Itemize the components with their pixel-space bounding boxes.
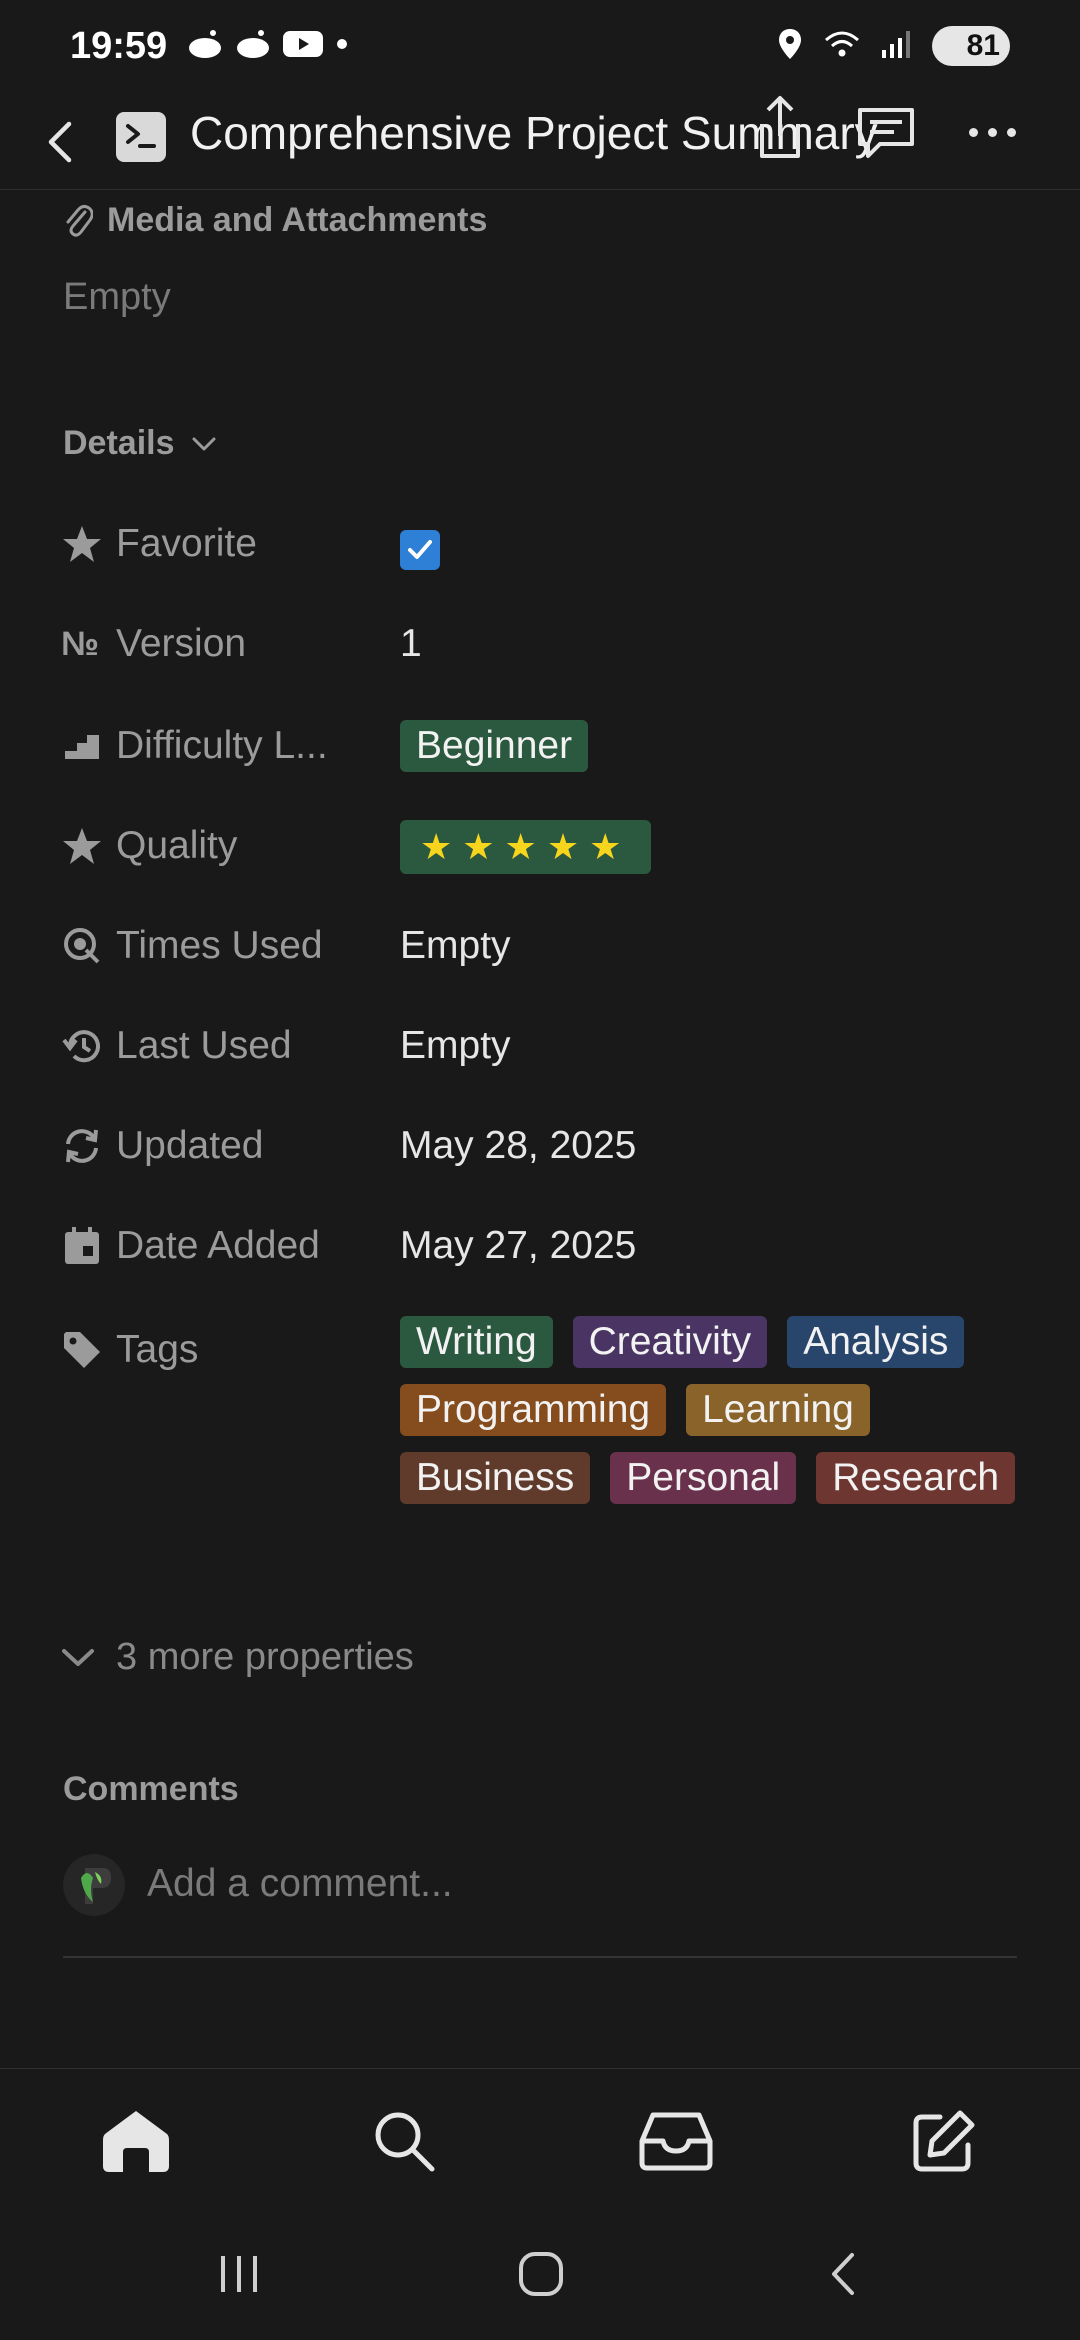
tag-personal[interactable]: Personal	[610, 1452, 797, 1504]
tags-list: Writing Creativity Analysis Programming …	[400, 1316, 1020, 1504]
chevron-down-icon	[192, 437, 215, 450]
version-value[interactable]: 1	[400, 622, 422, 666]
reddit-icon	[187, 29, 223, 64]
property-date-added[interactable]: Date Added May 27, 2025	[0, 1212, 1080, 1282]
favorite-checkbox[interactable]	[400, 530, 440, 570]
tag-icon	[60, 1328, 104, 1372]
share-button[interactable]	[750, 92, 810, 162]
quality-rating[interactable]: ★★★★★	[400, 820, 652, 874]
updated-label: Updated	[116, 1124, 264, 1167]
youtube-icon	[283, 29, 324, 64]
media-label: Media and Attachments	[107, 200, 488, 239]
home-system-button[interactable]	[506, 2244, 576, 2304]
status-time: 19:59	[70, 24, 168, 67]
back-system-button[interactable]	[808, 2244, 878, 2304]
recent-apps-icon	[221, 2256, 257, 2292]
tag-research[interactable]: Research	[816, 1452, 1016, 1504]
signal-icon	[880, 28, 914, 65]
notification-dot-icon	[335, 37, 349, 56]
terminal-icon	[126, 124, 156, 148]
tag-programming[interactable]: Programming	[400, 1384, 667, 1436]
nav-inbox-button[interactable]	[636, 2101, 716, 2181]
tag-learning[interactable]: Learning	[686, 1384, 870, 1436]
difficulty-tag[interactable]: Beginner	[400, 720, 589, 772]
comment-icon	[858, 108, 914, 158]
number-icon: №	[61, 624, 99, 663]
bottom-navigation	[0, 2068, 1080, 2208]
search-icon	[375, 2112, 435, 2172]
top-bar: Comprehensive Project Summary	[0, 92, 1080, 190]
stairs-icon	[60, 724, 104, 768]
back-arrow-icon	[832, 2253, 854, 2295]
comment-composer[interactable]: Add a comment...	[63, 1854, 1017, 1958]
target-icon	[60, 924, 104, 968]
battery-level: 81	[966, 29, 1000, 62]
times-used-value[interactable]: Empty	[400, 924, 511, 968]
home-outline-icon	[519, 2252, 563, 2296]
star-icon	[60, 824, 104, 868]
date-added-label: Date Added	[116, 1224, 320, 1267]
status-bar: 19:59 81	[0, 0, 1080, 92]
reddit-icon	[235, 29, 271, 64]
nav-new-page-button[interactable]	[904, 2101, 984, 2181]
battery-indicator: 81	[932, 26, 1010, 66]
history-icon	[60, 1024, 104, 1068]
details-toggle[interactable]: Details	[63, 424, 217, 463]
location-icon	[776, 27, 804, 66]
tag-creativity[interactable]: Creativity	[572, 1316, 768, 1368]
home-icon	[103, 2111, 169, 2172]
property-updated[interactable]: Updated May 28, 2025	[0, 1112, 1080, 1182]
quality-label: Quality	[116, 824, 238, 867]
property-last-used[interactable]: Last Used Empty	[0, 1012, 1080, 1082]
rating-stars: ★★★★★	[420, 826, 632, 867]
more-dots-icon	[968, 127, 978, 137]
nav-search-button[interactable]	[364, 2101, 444, 2181]
calendar-icon	[60, 1224, 104, 1268]
recent-apps-button[interactable]	[204, 2244, 274, 2304]
last-used-value[interactable]: Empty	[400, 1024, 511, 1068]
media-value[interactable]: Empty	[63, 276, 171, 319]
page-icon[interactable]	[116, 112, 166, 162]
tags-label: Tags	[116, 1328, 199, 1371]
property-version[interactable]: № Version 1	[0, 610, 1080, 680]
inbox-icon	[639, 2112, 713, 2171]
checkmark-icon	[408, 540, 432, 559]
date-added-value[interactable]: May 27, 2025	[400, 1224, 636, 1268]
status-app-icons	[187, 29, 349, 64]
comment-input[interactable]: Add a comment...	[147, 1862, 453, 1906]
property-difficulty[interactable]: Difficulty L... Beginner	[0, 712, 1080, 782]
refresh-icon	[60, 1124, 104, 1168]
last-used-label: Last Used	[116, 1024, 292, 1067]
star-icon	[60, 522, 104, 566]
more-properties-label: 3 more properties	[116, 1636, 414, 1678]
tag-business[interactable]: Business	[400, 1452, 591, 1504]
tag-writing[interactable]: Writing	[400, 1316, 553, 1368]
more-options-button[interactable]	[962, 112, 1022, 152]
chevron-down-icon	[62, 1648, 94, 1666]
details-label: Details	[63, 424, 175, 462]
media-section-label: Media and Attachments	[63, 200, 487, 240]
times-used-label: Times Used	[116, 924, 323, 967]
share-icon	[760, 96, 800, 158]
back-button[interactable]	[30, 112, 90, 172]
wifi-icon	[822, 28, 862, 65]
chevron-left-icon	[48, 121, 72, 163]
nav-home-button[interactable]	[96, 2101, 176, 2181]
paperclip-icon	[66, 204, 93, 237]
system-navigation	[0, 2208, 1080, 2340]
property-tags[interactable]: Tags Writing Creativity Analysis Program…	[0, 1316, 1080, 1576]
property-quality[interactable]: Quality ★★★★★	[0, 812, 1080, 882]
tag-analysis[interactable]: Analysis	[787, 1316, 965, 1368]
compose-icon	[913, 2110, 975, 2172]
favorite-label: Favorite	[116, 522, 257, 565]
property-times-used[interactable]: Times Used Empty	[0, 912, 1080, 982]
avatar	[63, 1854, 125, 1916]
comments-button[interactable]	[854, 102, 918, 162]
more-properties-toggle[interactable]: 3 more properties	[60, 1636, 414, 1679]
updated-value[interactable]: May 28, 2025	[400, 1124, 636, 1168]
version-label: Version	[116, 622, 247, 665]
comments-label: Comments	[63, 1770, 239, 1808]
difficulty-label: Difficulty L...	[116, 724, 328, 767]
property-favorite[interactable]: Favorite	[0, 510, 1080, 580]
